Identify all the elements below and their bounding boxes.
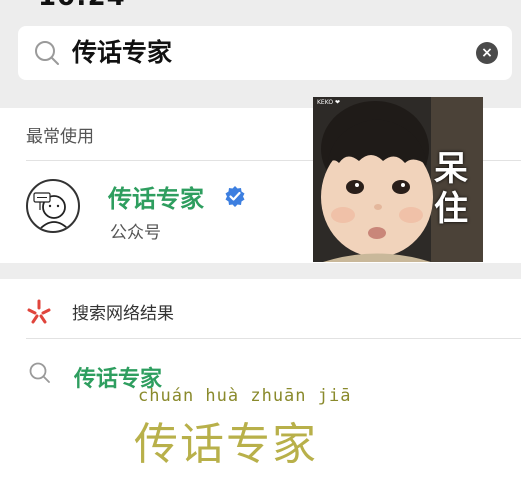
search-icon [29,362,50,383]
search-bar[interactable]: 传话专家 × [18,26,512,80]
meme-sticker: KEKO ❤ 呆住 [313,97,483,262]
search-input[interactable]: 传话专家 [72,35,172,71]
caption-hanzi: 传话专家 [134,419,318,470]
meme-watermark: KEKO ❤ [317,99,340,106]
status-time: 10:24 [38,0,126,12]
section-title-web: 搜索网络结果 [72,304,174,324]
cartoon-avatar-icon [33,192,71,231]
verified-badge-icon [225,186,245,207]
search-icon [35,41,59,65]
web-search-header: 搜索网络结果 [0,279,521,339]
section-title-frequent: 最常使用 [26,127,94,147]
clear-button[interactable]: × [476,42,498,64]
search-page: 10:24 传话专家 × 最常使用 传话专 [0,0,521,495]
pinyin-caption: chuán huà zhuān jiā 传话专家 [130,386,390,470]
sparkle-icon [27,299,51,324]
account-name: 传话专家 [108,185,204,213]
caption-pinyin: chuán huà zhuān jiā [138,386,352,406]
avatar [26,179,80,233]
account-type: 公众号 [110,223,161,243]
meme-caption: 呆住 [434,149,468,229]
